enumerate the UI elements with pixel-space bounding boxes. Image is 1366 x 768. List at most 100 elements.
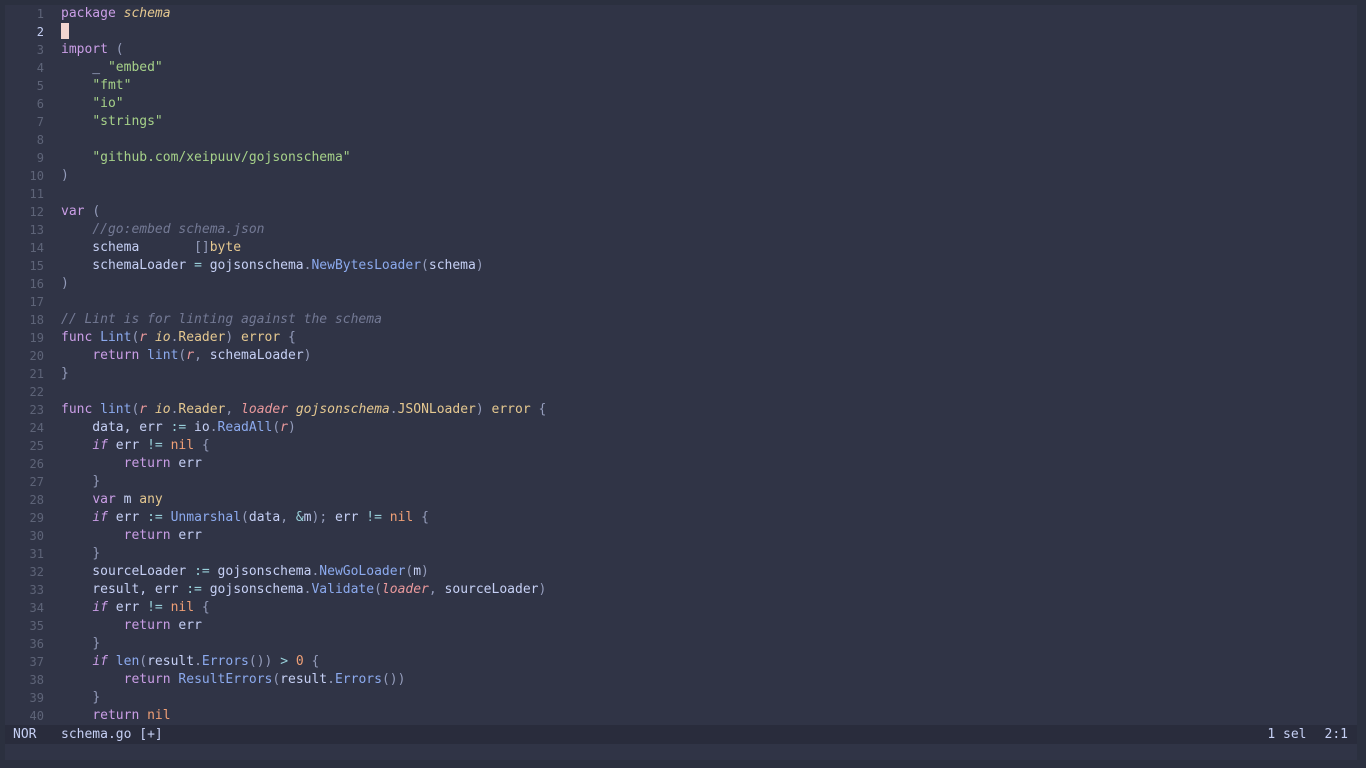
line-content: sourceLoader := gojsonschema.NewGoLoader…: [61, 563, 429, 581]
status-line: NOR schema.go [+] 1 sel 2:1: [5, 725, 1357, 744]
code-token: return: [123, 528, 171, 543]
code-line[interactable]: 4 _ "embed": [5, 59, 1357, 77]
code-line[interactable]: 29 if err := Unmarshal(data, &m); err !=…: [5, 509, 1357, 527]
code-line[interactable]: 20 return lint(r, schemaLoader): [5, 347, 1357, 365]
code-line[interactable]: 1 package schema: [5, 5, 1357, 23]
code-line[interactable]: 18 // Lint is for linting against the sch…: [5, 311, 1357, 329]
code-token: Errors: [201, 654, 249, 669]
code-token: }: [92, 546, 101, 561]
code-line[interactable]: 34 if err != nil {: [5, 599, 1357, 617]
code-token: gojsonschema: [209, 564, 312, 579]
code-line[interactable]: 36 }: [5, 635, 1357, 653]
line-number: 40: [29, 709, 44, 723]
code-line[interactable]: 13 //go:embed schema.json: [5, 221, 1357, 239]
line-content: }: [61, 545, 100, 563]
line-content: return nil: [61, 707, 170, 725]
code-token: nil: [170, 600, 195, 615]
code-token: r: [139, 402, 148, 417]
code-token: data, err: [61, 420, 171, 435]
file-name: schema.go [+]: [61, 727, 163, 742]
code-token: err: [170, 528, 202, 543]
code-line[interactable]: 39 }: [5, 689, 1357, 707]
code-line[interactable]: 2: [5, 23, 1357, 41]
code-line[interactable]: 11: [5, 185, 1357, 203]
code-line[interactable]: 33 result, err := gojsonschema.Validate(…: [5, 581, 1357, 599]
code-token: }: [92, 636, 101, 651]
code-token: result: [280, 672, 328, 687]
code-line[interactable]: 26 return err: [5, 455, 1357, 473]
code-line[interactable]: 22: [5, 383, 1357, 401]
line-number: 15: [29, 259, 44, 273]
code-line[interactable]: 40 return nil: [5, 707, 1357, 725]
cursor-position: 2:1: [1324, 727, 1348, 742]
line-number: 1: [36, 7, 44, 21]
code-line[interactable]: 27 }: [5, 473, 1357, 491]
code-line[interactable]: 23 func lint(r io.Reader, loader gojsonsc…: [5, 401, 1357, 419]
command-line[interactable]: [5, 744, 1357, 760]
code-token: m: [413, 564, 422, 579]
code-token: "io": [92, 96, 124, 111]
code-token: ): [61, 276, 69, 291]
code-line[interactable]: 17: [5, 293, 1357, 311]
line-content: return lint(r, schemaLoader): [61, 347, 311, 365]
code-token: m: [115, 492, 140, 507]
code-line[interactable]: 12 var (: [5, 203, 1357, 221]
code-token: NewGoLoader: [319, 564, 406, 579]
line-content: return err: [61, 527, 202, 545]
line-number: 30: [29, 529, 44, 543]
code-line[interactable]: 38 return ResultErrors(result.Errors()): [5, 671, 1357, 689]
code-token: ): [538, 582, 547, 597]
code-line[interactable]: 32 sourceLoader := gojsonschema.NewGoLoa…: [5, 563, 1357, 581]
code-line[interactable]: 31 }: [5, 545, 1357, 563]
code-token: Unmarshal: [170, 510, 242, 525]
line-content: }: [61, 635, 100, 653]
code-token: Errors: [334, 672, 382, 687]
line-number: 38: [29, 673, 44, 687]
code-token: ): [475, 258, 484, 273]
code-line[interactable]: 16): [5, 275, 1357, 293]
code-line[interactable]: 19 func Lint(r io.Reader) error {: [5, 329, 1357, 347]
code-token: JSONLoader: [397, 402, 476, 417]
line-number: 16: [29, 277, 44, 291]
line-content: schemaLoader = gojsonschema.NewBytesLoad…: [61, 257, 484, 275]
code-line[interactable]: 28 var m any: [5, 491, 1357, 509]
line-number: 26: [29, 457, 44, 471]
code-line[interactable]: 24 data, err := io.ReadAll(r): [5, 419, 1357, 437]
code-line[interactable]: 3 import (: [5, 41, 1357, 59]
code-token: ()): [248, 654, 273, 669]
code-editor[interactable]: 1 package schema 2 3 import (4 _ "embed" 5 "f…: [5, 5, 1357, 725]
code-line[interactable]: 25 if err != nil {: [5, 437, 1357, 455]
code-line[interactable]: 9 "github.com/xeipuuv/gojsonschema": [5, 149, 1357, 167]
line-number: 23: [29, 403, 44, 417]
code-token: nil: [389, 510, 414, 525]
line-content: "github.com/xeipuuv/gojsonschema": [61, 149, 350, 167]
code-line[interactable]: 8: [5, 131, 1357, 149]
code-line[interactable]: 7 "strings": [5, 113, 1357, 131]
code-line[interactable]: 30 return err: [5, 527, 1357, 545]
line-content: _ "embed": [61, 59, 162, 77]
code-line[interactable]: 5 "fmt": [5, 77, 1357, 95]
line-content: }: [61, 473, 100, 491]
line-content: "io": [61, 95, 124, 113]
code-token: Lint: [100, 330, 132, 345]
line-content: return err: [61, 455, 202, 473]
code-line[interactable]: 15 schemaLoader = gojsonschema.NewBytesL…: [5, 257, 1357, 275]
code-line[interactable]: 10): [5, 167, 1357, 185]
code-line[interactable]: 35 return err: [5, 617, 1357, 635]
code-token: return: [92, 348, 140, 363]
code-line[interactable]: 21}: [5, 365, 1357, 383]
code-line[interactable]: 37 if len(result.Errors()) > 0 {: [5, 653, 1357, 671]
code-line[interactable]: 6 "io": [5, 95, 1357, 113]
code-token: Reader: [178, 330, 226, 345]
code-token: (: [421, 258, 429, 273]
code-line[interactable]: 14 schema []byte: [5, 239, 1357, 257]
code-token: Validate: [311, 582, 375, 597]
